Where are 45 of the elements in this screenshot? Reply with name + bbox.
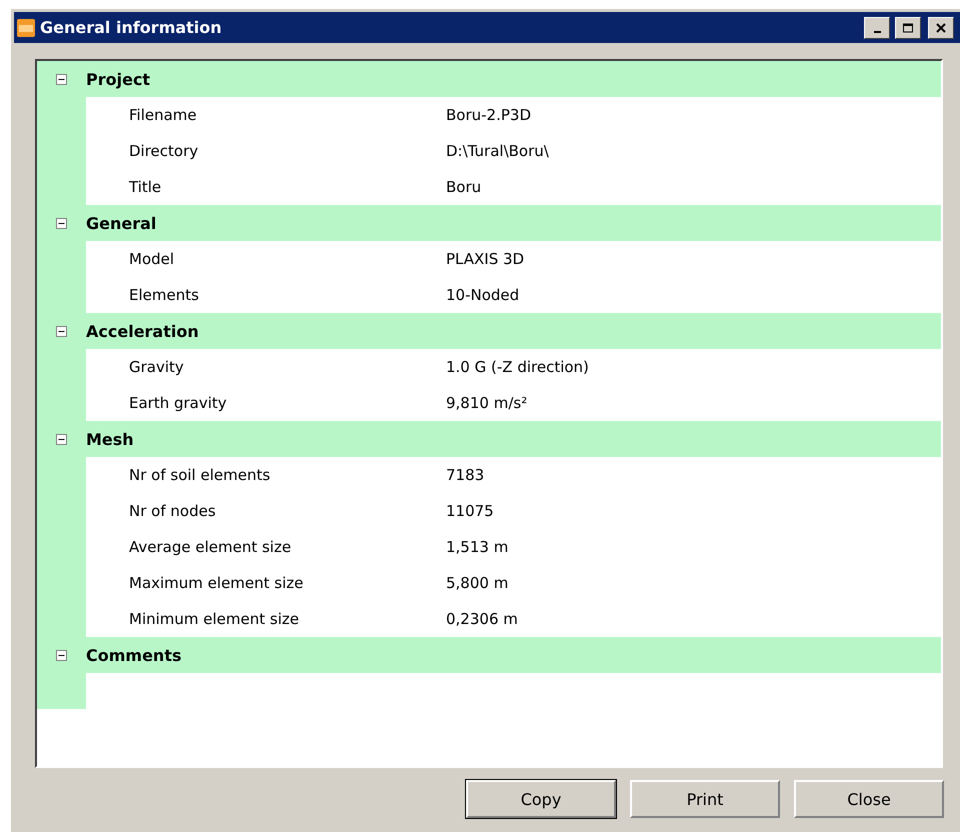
property-value: 9,810 m/s² <box>446 394 528 412</box>
close-icon <box>935 22 947 32</box>
collapse-icon[interactable] <box>56 650 67 660</box>
property-value: 1.0 G (-Z direction) <box>446 358 589 376</box>
property-value: Boru <box>446 178 482 196</box>
property-label: Gravity <box>128 358 185 376</box>
collapse-icon[interactable] <box>56 434 67 444</box>
property-label: Nr of nodes <box>128 502 217 520</box>
property-value: PLAXIS 3D <box>446 250 524 268</box>
section-title: Comments <box>86 646 182 664</box>
collapse-icon[interactable] <box>56 326 67 336</box>
property-value: 11075 <box>446 502 494 520</box>
property-value: 0,2306 m <box>446 610 518 628</box>
property-value: D:\Tural\Boru\ <box>446 142 549 160</box>
property-label: Average element size <box>128 538 292 556</box>
maximize-icon <box>902 22 914 32</box>
property-value: 1,513 m <box>446 538 508 556</box>
property-label: Elements <box>128 286 200 304</box>
property-value: 10-Noded <box>446 286 520 304</box>
property-value: Boru-2.P3D <box>446 106 532 124</box>
collapse-icon[interactable] <box>56 218 67 228</box>
property-value: 7183 <box>446 466 484 484</box>
dialog-button[interactable]: Copy <box>466 780 616 818</box>
section-title: Mesh <box>86 430 134 448</box>
app-icon <box>17 18 35 36</box>
dialog-button[interactable]: Print <box>630 780 780 818</box>
section-title: Acceleration <box>86 322 199 340</box>
minimize-button[interactable] <box>864 16 890 38</box>
section-title: General <box>86 214 156 232</box>
property-label: Maximum element size <box>128 574 304 592</box>
property-value: 5,800 m <box>446 574 508 592</box>
property-label: Directory <box>128 142 200 160</box>
property-label: Minimum element size <box>128 610 300 628</box>
property-label: Earth gravity <box>128 394 228 412</box>
dialog-button[interactable]: Close <box>794 780 944 818</box>
minimize-icon <box>874 30 880 32</box>
property-label: Model <box>128 250 176 268</box>
window-title: General information <box>40 18 222 37</box>
property-label: Nr of soil elements <box>128 466 272 484</box>
property-label: Title <box>128 178 162 196</box>
property-label: Filename <box>128 106 198 124</box>
close-button[interactable] <box>928 16 954 38</box>
section-title: Project <box>86 70 150 88</box>
collapse-icon[interactable] <box>56 74 67 84</box>
maximize-button[interactable] <box>895 16 921 38</box>
